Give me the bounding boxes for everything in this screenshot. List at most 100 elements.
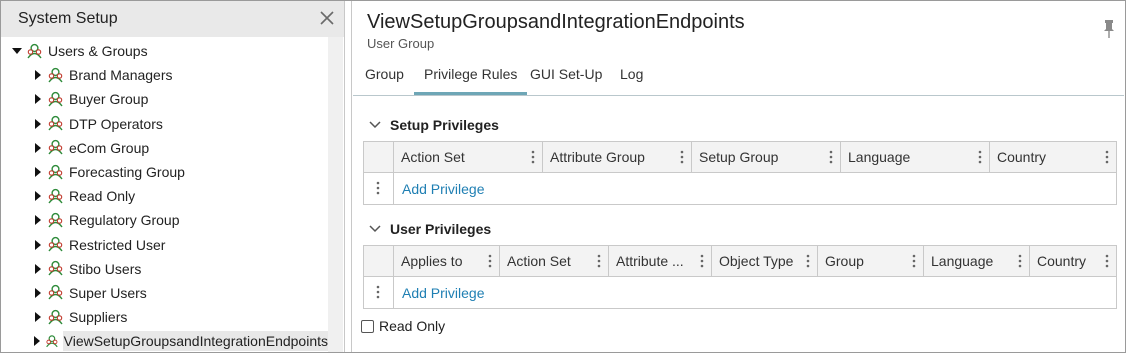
triangle-right-icon[interactable]: [32, 166, 44, 178]
column-label: Group: [825, 253, 864, 269]
triangle-right-icon[interactable]: [32, 190, 44, 202]
tree-node-label: Regulatory Group: [69, 212, 180, 229]
grid-add-row: Add Privilege: [364, 277, 1116, 308]
row-handle-header: [364, 246, 394, 276]
panel-splitter[interactable]: [344, 1, 352, 352]
setup-privileges-header[interactable]: Setup Privileges: [369, 117, 499, 133]
column-header[interactable]: Attribute ...: [609, 246, 712, 276]
row-handle-header: [364, 142, 394, 172]
column-header[interactable]: Action Set: [394, 142, 543, 172]
kebab-menu-icon[interactable]: [1018, 254, 1022, 268]
tree-node-label: eCom Group: [69, 139, 150, 156]
tab-gui-set-up[interactable]: GUI Set-Up: [530, 66, 602, 92]
triangle-right-icon[interactable]: [32, 142, 44, 154]
read-only-checkbox[interactable]: Read Only: [361, 318, 445, 334]
tree-node-forecasting-group[interactable]: Forecasting Group: [1, 160, 331, 184]
triangle-right-icon[interactable]: [32, 118, 44, 130]
column-header[interactable]: Action Set: [500, 246, 609, 276]
user-group-icon: [48, 236, 63, 252]
kebab-menu-icon[interactable]: [1105, 150, 1109, 164]
column-label: Country: [1037, 253, 1087, 269]
kebab-menu-icon[interactable]: [597, 254, 601, 268]
tree-node-suppliers[interactable]: Suppliers: [1, 305, 331, 329]
triangle-right-icon[interactable]: [32, 287, 44, 299]
column-header[interactable]: Applies to: [394, 246, 500, 276]
kebab-menu-icon[interactable]: [912, 254, 916, 268]
column-label: Setup Group: [699, 149, 779, 165]
close-icon[interactable]: [318, 9, 336, 27]
triangle-right-icon[interactable]: [32, 239, 44, 251]
page-title: ViewSetupGroupsandIntegrationEndpoints: [367, 11, 745, 33]
tree-view: Users & Groups Brand Managers Buyer Grou…: [1, 39, 331, 353]
tree-node-dtp-operators[interactable]: DTP Operators: [1, 112, 331, 136]
kebab-menu-icon[interactable]: [1105, 254, 1109, 268]
row-handle[interactable]: [364, 277, 394, 308]
triangle-right-icon[interactable]: [32, 335, 42, 347]
kebab-menu-icon[interactable]: [531, 150, 535, 164]
tab-log[interactable]: Log: [620, 66, 643, 92]
column-header[interactable]: Setup Group: [692, 142, 841, 172]
kebab-menu-icon[interactable]: [806, 254, 810, 268]
column-label: Attribute Group: [550, 149, 645, 165]
user-group-icon: [48, 188, 63, 204]
pin-icon[interactable]: [1102, 19, 1116, 39]
tree-node-label: Brand Managers: [69, 67, 173, 84]
kebab-menu-icon[interactable]: [376, 181, 380, 195]
triangle-right-icon[interactable]: [32, 69, 44, 81]
vertical-scrollbar[interactable]: [328, 37, 343, 352]
tab-group[interactable]: Group: [365, 66, 404, 92]
tree-node-brand-managers[interactable]: Brand Managers: [1, 63, 331, 87]
kebab-menu-icon[interactable]: [829, 150, 833, 164]
section-title: Setup Privileges: [390, 117, 499, 133]
tree-node-view-setup-groups[interactable]: ViewSetupGroupsandIntegrationEndpoints: [1, 329, 331, 353]
page-subtitle: User Group: [367, 36, 435, 51]
tree-node-super-users[interactable]: Super Users: [1, 281, 331, 305]
tree-node-ecom-group[interactable]: eCom Group: [1, 136, 331, 160]
tree-node-buyer-group[interactable]: Buyer Group: [1, 87, 331, 111]
user-group-icon: [45, 335, 58, 347]
triangle-right-icon[interactable]: [32, 93, 44, 105]
user-group-icon: [27, 43, 42, 59]
tree-node-users-groups[interactable]: Users & Groups: [1, 39, 331, 63]
tree-node-regulatory-group[interactable]: Regulatory Group: [1, 208, 331, 232]
column-header[interactable]: Country: [1030, 246, 1116, 276]
column-header[interactable]: Language: [924, 246, 1030, 276]
column-label: Language: [848, 149, 911, 165]
user-group-icon: [48, 140, 63, 155]
checkbox-box[interactable]: [361, 319, 374, 333]
triangle-right-icon[interactable]: [32, 311, 44, 323]
user-privileges-header[interactable]: User Privileges: [369, 221, 491, 237]
column-header[interactable]: Country: [990, 142, 1116, 172]
column-label: Country: [997, 149, 1047, 165]
column-header[interactable]: Object Type: [712, 246, 818, 276]
column-header[interactable]: Language: [841, 142, 990, 172]
user-group-icon: [48, 67, 63, 83]
tree-node-stibo-users[interactable]: Stibo Users: [1, 257, 331, 281]
kebab-menu-icon[interactable]: [488, 254, 492, 268]
kebab-menu-icon[interactable]: [700, 254, 704, 268]
tree-node-label: Users & Groups: [48, 43, 148, 60]
add-user-privilege-link[interactable]: Add Privilege: [394, 277, 485, 308]
user-group-icon: [48, 212, 63, 228]
column-label: Applies to: [401, 253, 463, 269]
tree-node-restricted-user[interactable]: Restricted User: [1, 233, 331, 257]
add-setup-privilege-link[interactable]: Add Privilege: [394, 173, 485, 204]
triangle-right-icon[interactable]: [32, 214, 44, 226]
row-handle[interactable]: [364, 173, 394, 204]
chevron-down-icon[interactable]: [369, 224, 381, 234]
chevron-down-icon[interactable]: [369, 120, 381, 130]
tree-node-read-only[interactable]: Read Only: [1, 184, 331, 208]
kebab-menu-icon[interactable]: [978, 150, 982, 164]
triangle-right-icon[interactable]: [32, 263, 44, 275]
column-header[interactable]: Attribute Group: [543, 142, 692, 172]
tree-node-label: DTP Operators: [69, 115, 163, 132]
kebab-menu-icon[interactable]: [680, 150, 684, 164]
tree-node-label: ViewSetupGroupsandIntegrationEndpoints: [62, 331, 331, 352]
kebab-menu-icon[interactable]: [376, 285, 380, 299]
tree-node-label: Suppliers: [69, 309, 128, 326]
tab-bar: Group Privilege Rules GUI Set-Up Log: [353, 59, 1124, 96]
triangle-down-icon[interactable]: [11, 45, 23, 57]
tab-privilege-rules[interactable]: Privilege Rules: [414, 66, 528, 95]
column-header[interactable]: Group: [818, 246, 924, 276]
panel-title: System Setup: [18, 10, 118, 27]
